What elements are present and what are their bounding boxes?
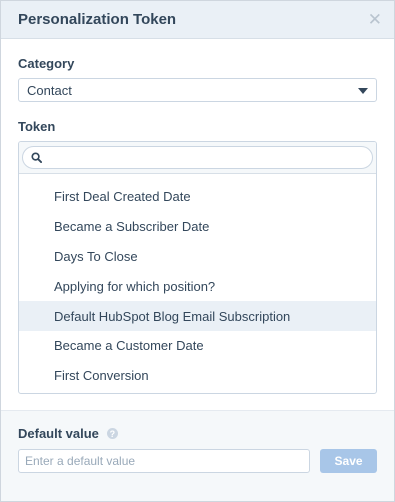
token-item-first-deal-created-date[interactable]: First Deal Created Date [19,182,376,212]
token-search-box[interactable] [22,146,373,169]
default-value-row: Save [18,449,377,473]
dialog-footer: Default value ? Save [1,410,394,501]
token-panel: First Deal Created Date Became a Subscri… [18,141,377,394]
default-value-label: Default value [18,426,99,441]
default-value-input[interactable] [18,449,311,473]
token-search-input[interactable] [47,149,372,166]
token-item-applying-for-which-position[interactable]: Applying for which position? [19,271,376,301]
default-value-label-row: Default value ? [18,426,377,441]
search-icon [31,152,42,163]
token-item-first-conversion[interactable]: First Conversion [19,361,376,391]
close-icon[interactable]: ✕ [368,11,382,28]
dialog-title: Personalization Token [18,11,177,28]
token-item-default-hubspot-blog-email-subscription[interactable]: Default HubSpot Blog Email Subscription [19,301,376,331]
token-item-became-a-subscriber-date[interactable]: Became a Subscriber Date [19,212,376,242]
dialog-body: Category Contact Token First Deal Create… [1,39,394,394]
save-button[interactable]: Save [320,449,377,473]
dialog-header: Personalization Token ✕ [1,1,394,39]
chevron-down-icon [358,88,368,94]
category-label: Category [18,56,75,71]
token-item-became-a-customer-date[interactable]: Became a Customer Date [19,331,376,361]
category-select[interactable]: Contact [18,78,377,102]
token-label: Token [18,119,56,134]
token-search-bar [19,142,376,174]
category-selected-value: Contact [27,82,72,98]
token-list: First Deal Created Date Became a Subscri… [19,174,376,391]
help-icon[interactable]: ? [106,428,118,439]
personalization-token-dialog: Personalization Token ✕ Category Contact… [0,0,395,502]
token-item-days-to-close[interactable]: Days To Close [19,242,376,272]
